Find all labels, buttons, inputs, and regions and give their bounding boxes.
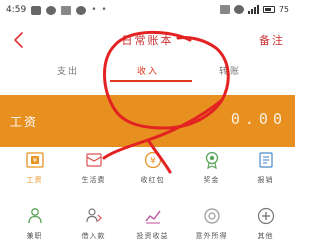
category-windfall[interactable]: 意外所得 [182,206,241,248]
amount-banner[interactable]: 工资 0.00 [0,95,295,147]
category-label: 奖金 [203,176,220,184]
alarm-icon [219,5,230,14]
category-bonus[interactable]: 奖金 [182,150,241,196]
person-icon [25,206,45,226]
page-title: 日常账本 [121,34,174,47]
status-left: 4:59 • • [6,5,108,15]
category-living-allowance[interactable]: 生活费 [64,150,123,196]
category-investment-income[interactable]: 投资收益 [123,206,182,248]
alert-icon [76,5,87,15]
tab-transfer[interactable]: 转账 [200,64,260,77]
category-label: 投资收益 [136,232,169,240]
medal-icon [202,150,222,170]
svg-text:¥: ¥ [32,157,37,165]
status-right: 75 [219,5,289,14]
transfer-person-icon [84,206,104,226]
active-tab-indicator [110,80,192,82]
category-reimbursement[interactable]: 报销 [236,150,295,196]
trend-chart-icon [143,206,163,226]
category-grid: ¥ 工资 生活费 ¥ 收红包 奖金 报销 兼职 借入款 投资收益 意外所得 其他 [0,150,295,248]
signal-icon [247,5,259,14]
more-notifications-icon: • • [91,5,108,15]
category-label: 借入款 [81,232,106,240]
category-part-time[interactable]: 兼职 [5,206,64,248]
envelope-icon [84,150,104,170]
category-salary[interactable]: ¥ 工资 [5,150,64,196]
wallet-icon: ¥ [25,150,45,170]
tab-income[interactable]: 收入 [118,64,178,77]
category-label: 工资 [26,176,43,184]
status-time: 4:59 [6,5,27,15]
category-label: 其他 [257,232,274,240]
category-other[interactable]: 其他 [236,206,295,248]
selected-category-label: 工资 [10,115,39,129]
yen-coin-icon: ¥ [143,150,163,170]
header-bar: 日常账本 备注 [0,22,295,60]
category-borrowed[interactable]: 借入款 [64,206,123,248]
svg-text:¥: ¥ [150,157,156,167]
note-button[interactable]: 备注 [259,32,285,48]
category-red-packet[interactable]: ¥ 收红包 [123,150,182,196]
category-label: 报销 [257,176,274,184]
battery-level: 75 [278,5,289,14]
notification-icon [31,5,42,15]
tab-expense[interactable]: 支出 [38,64,98,77]
category-label: 生活费 [81,176,106,184]
category-label: 收红包 [140,176,165,184]
category-label: 兼职 [26,232,43,240]
plus-circle-icon [256,206,276,226]
category-label: 意外所得 [195,232,228,240]
battery-icon [262,6,275,13]
type-tabs: 支出 收入 转账 [0,60,295,82]
app-icon [61,5,72,15]
amount-display[interactable]: 0.00 [231,110,287,128]
message-icon [46,5,57,15]
clock-icon [233,5,244,14]
status-bar: 4:59 • • 75 [0,0,295,22]
gift-icon [202,206,222,226]
receipt-icon [256,150,276,170]
